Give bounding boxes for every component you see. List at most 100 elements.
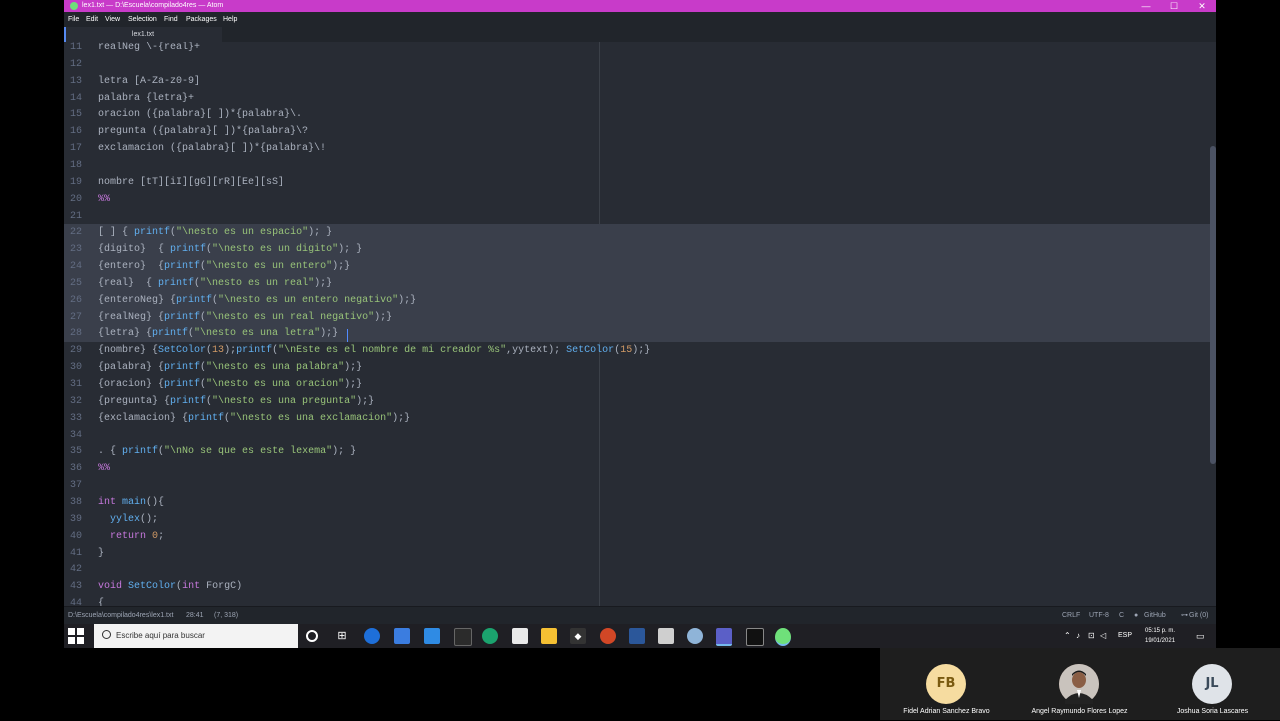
code-line[interactable]: 26 {enteroNeg} {printf("\nesto es un ente… [64,291,1210,309]
task-view-icon[interactable]: ⊞ [334,628,350,644]
code-line[interactable]: 38 int main(){ [64,494,1210,511]
code-line[interactable]: 24 {entero} {printf("\nesto es un entero"… [64,258,1210,276]
line-code: return 0; [98,528,164,545]
network-icon[interactable]: ⊡ [1088,624,1095,648]
code-line[interactable]: 25 {real} { printf("\nesto es un real");} [64,274,1210,292]
editor-scrollbar[interactable] [1210,146,1216,464]
atom-icon [70,2,78,10]
volume-icon[interactable]: ◁ [1100,624,1106,648]
code-token: printf [122,446,159,458]
edge-icon[interactable] [482,628,498,644]
windows-start-icon[interactable] [68,628,84,644]
code-line[interactable]: 29 {nombre} {SetColor(13);printf("\nEste … [64,342,1210,359]
cmd-icon[interactable] [746,628,764,646]
code-line[interactable]: 21 [64,208,1210,225]
line-number: 30 [69,362,82,374]
line-number: 34 [69,429,82,441]
status-grammar[interactable]: C [1119,607,1124,625]
menu-edit[interactable]: Edit [86,12,98,27]
participant-tile[interactable]: FB Fidel Adrian Sanchez Bravo [880,648,1013,720]
code-line[interactable]: 44 { [64,595,1210,606]
tab-lex1[interactable]: lex1.txt [64,27,222,42]
code-line[interactable]: 18 [64,157,1210,174]
status-encoding[interactable]: UTF-8 [1089,607,1109,625]
status-cursor-position[interactable]: 28:41 [186,607,204,625]
code-line[interactable]: 16 pregunta ({palabra}[ ])*{palabra}\? [64,123,1210,140]
calculator-icon[interactable] [658,628,674,644]
status-line-ending[interactable]: CRLF [1062,607,1080,625]
code-line[interactable]: 36%% [64,460,1210,477]
app-icon[interactable]: ◆ [570,628,586,644]
code-line[interactable]: 43 void SetColor(int ForgC) [64,578,1210,595]
code-line[interactable]: 42 [64,561,1210,578]
code-line[interactable]: 33 {exclamacion} {printf("\nesto es una e… [64,410,1210,427]
code-line[interactable]: 17 exclamacion ({palabra}[ ])*{palabra}\! [64,140,1210,157]
code-token: );} [398,294,417,306]
participant-tile[interactable]: Angel Raymundo Flores Lopez [1013,648,1146,720]
taskbar-search[interactable]: Escribe aquí para buscar [94,624,298,648]
code-line[interactable]: 28 {letra} {printf("\nesto es una letra")… [64,325,1210,343]
code-token: "\nesto es un real" [200,277,315,289]
participant-tile[interactable]: JL Joshua Soria Lascares [1146,648,1279,720]
clock-date[interactable]: 19/01/2021 [1145,629,1175,648]
chrome-icon[interactable] [364,628,380,644]
code-token: ); [224,345,237,357]
code-token: "\nesto es una pregunta" [212,395,357,407]
close-button[interactable]: ✕ [1188,0,1216,12]
code-line[interactable]: 22 [ ] { printf("\nesto es un espacio"); … [64,224,1210,242]
code-line[interactable]: 41} [64,545,1210,562]
menu-selection[interactable]: Selection [128,12,157,27]
language-indicator[interactable]: ESP [1118,624,1132,648]
vscode-icon[interactable] [424,628,440,644]
menu-file[interactable]: File [68,12,79,27]
menu-find[interactable]: Find [164,12,178,27]
code-line[interactable]: 13 letra [A-Za-z0-9] [64,73,1210,90]
code-token: {entero} { [98,261,165,273]
menu-packages[interactable]: Packages [186,12,217,27]
atom-taskbar-icon[interactable] [775,628,791,646]
code-line[interactable]: 23 {digito} { printf("\nesto es un digito… [64,241,1210,259]
code-line[interactable]: 34 [64,427,1210,444]
teams-icon[interactable] [716,628,732,646]
code-line[interactable]: 35 . { printf("\nNo se que es este lexema… [64,443,1210,460]
terminal-icon[interactable] [454,628,472,646]
settings-icon[interactable] [687,628,703,644]
folder-icon[interactable] [541,628,557,644]
word-icon[interactable] [629,628,645,644]
minimize-button[interactable]: — [1132,0,1160,12]
chevron-up-icon[interactable]: ⌃ [1064,624,1071,648]
code-token: printf [170,244,207,256]
code-line[interactable]: 40 return 0; [64,528,1210,545]
powerpoint-icon[interactable] [600,628,616,644]
code-line[interactable]: 30 {palabra} {printf("\nesto es una palab… [64,359,1210,376]
github-icon[interactable]: ● [1134,607,1138,625]
status-git[interactable]: Git (0) [1189,607,1208,625]
menu-view[interactable]: View [105,12,120,27]
line-number: 16 [69,126,82,138]
shield-icon[interactable] [394,628,410,644]
cortana-icon[interactable] [306,630,318,642]
code-token: %% [98,463,111,475]
code-line[interactable]: 39 yylex(); [64,511,1210,528]
code-line[interactable]: 14 palabra {letra}+ [64,90,1210,107]
code-line[interactable]: 31 {oracion} {printf("\nesto es una oraci… [64,376,1210,393]
status-file-path[interactable]: D:\Escuela\compilado4res\lex1.txt [68,607,173,625]
code-line[interactable]: 20%% [64,191,1210,208]
code-line[interactable]: 19 nombre [tT][iI][gG][rR][Ee][sS] [64,174,1210,191]
status-selection-count[interactable]: (7, 318) [214,607,238,625]
maximize-button[interactable]: ☐ [1160,0,1188,12]
code-line[interactable]: 32 {pregunta} {printf("\nesto es una preg… [64,393,1210,410]
notifications-icon[interactable]: ▭ [1196,624,1205,648]
code-token: );} [344,379,363,390]
microphone-icon[interactable]: ♪ [1076,624,1080,648]
code-line[interactable]: 11 realNeg \-{real}+ [64,42,1210,56]
code-editor[interactable]: 11 realNeg \-{real}+ 12 13 letra [A-Za-z0-9]… [64,42,1216,606]
code-line[interactable]: 37 [64,477,1210,494]
store-icon[interactable] [512,628,528,644]
menu-help[interactable]: Help [223,12,237,27]
code-line[interactable]: 27 {realNeg} {printf("\nesto es un real n… [64,308,1210,326]
code-line[interactable]: 15 oracion ({palabra}[ ])*{palabra}\. [64,106,1210,123]
code-token: );} [320,328,339,340]
code-line[interactable]: 12 [64,56,1210,73]
